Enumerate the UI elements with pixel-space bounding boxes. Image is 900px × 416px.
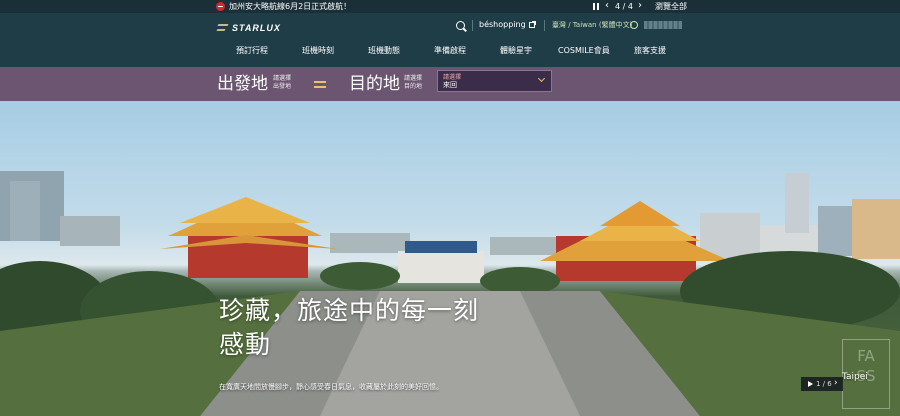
- trip-type-value: 來回: [443, 81, 457, 89]
- location-label: Taipei: [842, 372, 868, 382]
- hero-title-line-1: 珍藏，旅途中的每一刻: [219, 296, 480, 325]
- hero-title: 珍藏，旅途中的每一刻 感動: [219, 294, 479, 362]
- swap-icon[interactable]: [313, 78, 327, 90]
- origin-hint: 請選擇: [273, 75, 292, 82]
- hero-image: [0, 171, 900, 416]
- nav-item-timetable[interactable]: 班機時刻: [302, 45, 334, 57]
- chevron-right-icon[interactable]: ›: [834, 378, 838, 389]
- nav-item-experience[interactable]: 體驗星宇: [500, 45, 532, 57]
- chevron-right-icon[interactable]: ›: [638, 0, 642, 12]
- chevron-left-icon[interactable]: ‹: [605, 0, 609, 12]
- starlux-logo[interactable]: STARLUX: [217, 21, 281, 35]
- nav-item-support[interactable]: 旅客支援: [634, 45, 666, 57]
- starlux-logo-icon: [217, 22, 229, 34]
- announcement-text[interactable]: 加州安大略航線6月2日正式啟航！: [229, 1, 351, 12]
- slideshow-controls: 1 / 6 ›: [801, 377, 843, 391]
- account-menu[interactable]: [644, 21, 682, 29]
- beshopping-link[interactable]: béshopping: [479, 19, 526, 31]
- divider: [472, 20, 473, 31]
- announcement-counter: 4 / 4: [615, 2, 633, 11]
- hero-subtitle: 在寬廣天地間放慢腳步，靜心感受春日氣息，收藏屬於此刻的美好回憶。: [219, 383, 443, 391]
- alert-icon: [216, 2, 225, 11]
- nav-item-booking[interactable]: 預訂行程: [236, 45, 268, 57]
- chevron-down-icon: [537, 74, 546, 83]
- nav-item-flight-status[interactable]: 班機動態: [368, 45, 400, 57]
- hero-banner: 珍藏，旅途中的每一刻 感動 在寬廣天地間放慢腳步，靜心感受春日氣息，收藏屬於此刻…: [0, 101, 900, 416]
- nav-item-prepare[interactable]: 準備啟程: [434, 45, 466, 57]
- pause-icon[interactable]: [593, 3, 600, 10]
- slide-counter: 1 / 6: [816, 380, 832, 388]
- main-nav: 預訂行程 班機時刻 班機動態 準備啟程 體驗星宇 COSMILE會員 旅客支援: [0, 45, 900, 59]
- globe-icon[interactable]: [630, 21, 638, 29]
- destination-field[interactable]: 目的地: [349, 73, 400, 95]
- logo-text: STARLUX: [232, 23, 281, 33]
- language-selector[interactable]: 臺灣 / Taiwan (繁體中文): [552, 19, 632, 31]
- origin-hint-sub: 出發地: [273, 83, 292, 90]
- hero-title-line-2: 感動: [219, 330, 272, 359]
- site-header: STARLUX béshopping 臺灣 / Taiwan (繁體中文) 預訂…: [0, 13, 900, 67]
- play-icon[interactable]: [808, 381, 813, 387]
- external-link-icon: [529, 21, 536, 28]
- search-icon[interactable]: [456, 21, 465, 30]
- divider: [544, 20, 545, 31]
- booking-bar: 出發地 請選擇 出發地 目的地 請選擇 目的地 請選擇 來回: [0, 67, 900, 101]
- nav-item-cosmile[interactable]: COSMILE會員: [558, 45, 610, 57]
- trip-type-select[interactable]: 請選擇 來回: [437, 70, 552, 92]
- view-all-link[interactable]: 瀏覽全部: [655, 1, 687, 12]
- destination-hint: 請選擇: [404, 75, 423, 82]
- origin-field[interactable]: 出發地: [217, 73, 268, 95]
- announcement-bar: 加州安大略航線6月2日正式啟航！ ‹ 4 / 4 › 瀏覽全部: [0, 0, 900, 13]
- destination-hint-sub: 目的地: [404, 83, 423, 90]
